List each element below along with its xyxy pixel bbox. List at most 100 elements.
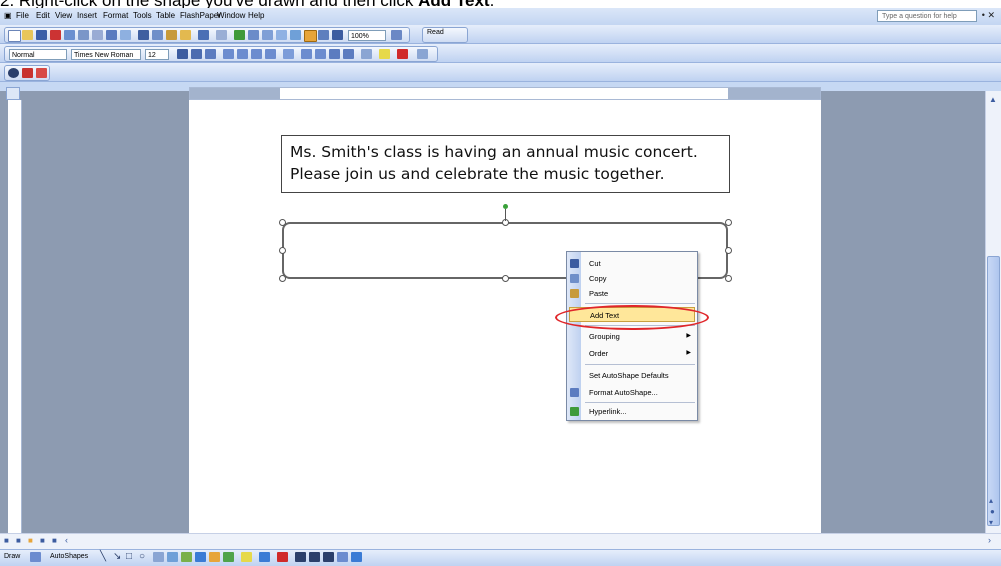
menu-tools[interactable]: Tools	[133, 11, 152, 20]
menu-item-copy[interactable]: Copy	[567, 271, 697, 286]
pdf-email-icon[interactable]	[36, 68, 47, 78]
menu-item-paste[interactable]: Paste	[567, 286, 697, 301]
save-icon[interactable]	[36, 30, 47, 40]
concert-text-box[interactable]: Ms. Smith's class is having an annual mu…	[281, 135, 730, 193]
previous-page-icon[interactable]: ▴	[989, 496, 993, 505]
horizontal-scrollbar[interactable]: ■ ■ ■ ■ ■ ‹ ›	[0, 533, 1001, 550]
font-select[interactable]: Times New Roman	[71, 49, 141, 60]
bold-icon[interactable]	[177, 49, 188, 59]
research-icon[interactable]	[120, 30, 131, 40]
resize-handle-bottom-left[interactable]	[279, 275, 286, 282]
horizontal-ruler[interactable]	[189, 87, 821, 100]
rectangle-tool-icon[interactable]: □	[126, 551, 132, 562]
italic-icon[interactable]	[191, 49, 202, 59]
normal-view-icon[interactable]: ■	[4, 536, 9, 545]
scroll-right-icon[interactable]: ›	[988, 535, 991, 545]
scroll-up-icon[interactable]: ▲	[989, 95, 997, 104]
menu-table[interactable]: Table	[156, 11, 175, 20]
line-spacing-icon[interactable]	[283, 49, 294, 59]
new-document-icon[interactable]	[8, 30, 21, 42]
resize-handle-top-right[interactable]	[725, 219, 732, 226]
drawbar-font-color-icon[interactable]	[277, 552, 288, 562]
hyperlink-icon[interactable]	[234, 30, 245, 40]
styles-formatting-icon[interactable]	[417, 49, 428, 59]
web-layout-icon[interactable]: ■	[16, 536, 21, 545]
menu-item-grouping[interactable]: Grouping ▶	[567, 329, 697, 344]
resize-handle-left[interactable]	[279, 247, 286, 254]
numbering-icon[interactable]	[301, 49, 312, 59]
menu-view[interactable]: View	[55, 11, 72, 20]
scroll-left-icon[interactable]: ‹	[65, 535, 68, 545]
menu-item-order[interactable]: Order ▶	[567, 346, 697, 361]
justify-icon[interactable]	[265, 49, 276, 59]
help-icon[interactable]	[391, 30, 402, 40]
next-page-icon[interactable]: ▾	[989, 518, 993, 527]
menu-format[interactable]: Format	[103, 11, 128, 20]
menu-file[interactable]: File	[16, 11, 29, 20]
select-browse-object-icon[interactable]: ●	[990, 507, 995, 516]
word-app-icon[interactable]: ▣	[4, 11, 12, 20]
pdf-icon[interactable]	[50, 30, 61, 40]
open-icon[interactable]	[22, 30, 33, 40]
flashpaper-icon[interactable]	[8, 68, 19, 78]
menu-help[interactable]: Help	[248, 11, 264, 20]
align-center-icon[interactable]	[237, 49, 248, 59]
show-hide-icon[interactable]	[332, 30, 343, 40]
align-left-icon[interactable]	[223, 49, 234, 59]
print-layout-icon[interactable]: ■	[28, 536, 33, 545]
oval-tool-icon[interactable]: ○	[139, 551, 145, 562]
textbox-tool-icon[interactable]	[153, 552, 164, 562]
shadow-style-icon[interactable]	[337, 552, 348, 562]
vertical-scroll-thumb[interactable]	[987, 256, 1000, 526]
line-style-icon[interactable]	[295, 552, 306, 562]
arrow-style-icon[interactable]	[323, 552, 334, 562]
spelling-icon[interactable]	[106, 30, 117, 40]
fill-color-icon[interactable]	[241, 552, 252, 562]
font-color-icon[interactable]	[397, 49, 408, 59]
menu-flashpaper[interactable]: FlashPaper	[180, 11, 221, 20]
menu-insert[interactable]: Insert	[77, 11, 97, 20]
menu-item-format-autoshape[interactable]: Format AutoShape...	[567, 385, 697, 400]
vertical-ruler[interactable]	[8, 100, 22, 533]
font-size-select[interactable]: 12	[145, 49, 169, 60]
draw-menu-button[interactable]: Draw	[4, 553, 20, 560]
copy-icon[interactable]	[152, 30, 163, 40]
outside-border-icon[interactable]	[361, 49, 372, 59]
insert-excel-icon[interactable]	[276, 30, 287, 40]
permission-icon[interactable]	[64, 30, 75, 40]
decrease-indent-icon[interactable]	[329, 49, 340, 59]
menu-item-cut[interactable]: Cut	[567, 256, 697, 271]
document-map-icon[interactable]	[318, 30, 329, 40]
drawing-icon[interactable]	[304, 30, 317, 42]
reading-layout-icon[interactable]: ■	[52, 536, 57, 545]
insert-picture-icon[interactable]	[223, 552, 234, 562]
dash-style-icon[interactable]	[309, 552, 320, 562]
zoom-select[interactable]: 100%	[348, 30, 386, 41]
menu-edit[interactable]: Edit	[36, 11, 50, 20]
read-button[interactable]: Read	[427, 29, 444, 36]
line-color-icon[interactable]	[259, 552, 270, 562]
cut-icon[interactable]	[138, 30, 149, 40]
print-preview-icon[interactable]	[92, 30, 103, 40]
tables-borders-icon[interactable]	[248, 30, 259, 40]
tab-selector[interactable]	[6, 87, 20, 100]
line-tool-icon[interactable]: ╲	[100, 551, 106, 562]
resize-handle-bottom[interactable]	[502, 275, 509, 282]
menu-item-hyperlink[interactable]: Hyperlink...	[567, 404, 697, 419]
bullets-icon[interactable]	[315, 49, 326, 59]
align-right-icon[interactable]	[251, 49, 262, 59]
resize-handle-top-left[interactable]	[279, 219, 286, 226]
vertical-scrollbar[interactable]: ▲ ▴ ● ▾	[985, 91, 1001, 533]
arrow-tool-icon[interactable]: ↘	[113, 551, 121, 562]
3d-style-icon[interactable]	[351, 552, 362, 562]
columns-icon[interactable]	[290, 30, 301, 40]
resize-handle-right[interactable]	[725, 247, 732, 254]
highlight-icon[interactable]	[379, 49, 390, 59]
increase-indent-icon[interactable]	[343, 49, 354, 59]
redo-icon[interactable]	[216, 30, 227, 40]
print-icon[interactable]	[78, 30, 89, 40]
resize-handle-bottom-right[interactable]	[725, 275, 732, 282]
select-objects-icon[interactable]	[30, 552, 41, 562]
paste-icon[interactable]	[166, 30, 177, 40]
autoshapes-menu-button[interactable]: AutoShapes	[50, 553, 88, 560]
